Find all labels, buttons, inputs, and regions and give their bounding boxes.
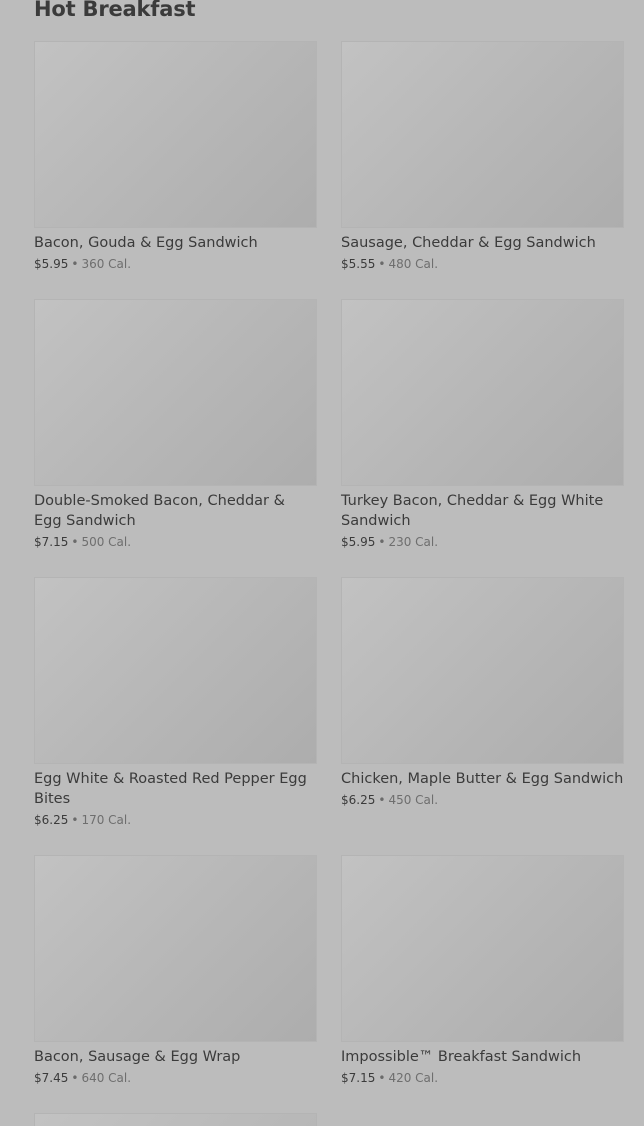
menu-item-price: $5.55 — [341, 257, 376, 271]
menu-item-image[interactable] — [341, 577, 624, 764]
menu-item-name[interactable]: Egg White & Roasted Red Pepper Egg Bites — [34, 769, 317, 809]
menu-item-name[interactable]: Double-Smoked Bacon, Cheddar & Egg Sandw… — [34, 491, 317, 531]
menu-item-calories: 420 Cal. — [388, 1071, 439, 1085]
menu-item-name[interactable]: Bacon, Gouda & Egg Sandwich — [34, 233, 317, 253]
menu-item-card[interactable]: Bacon, Sausage & Egg Wrap $7.45 • 640 Cal. — [34, 855, 317, 1086]
menu-item-image[interactable] — [34, 577, 317, 764]
meta-separator: • — [378, 535, 386, 549]
meta-separator: • — [71, 535, 79, 549]
menu-item-calories: 480 Cal. — [388, 257, 439, 271]
menu-item-name[interactable]: Sausage, Cheddar & Egg Sandwich — [341, 233, 624, 253]
meta-separator: • — [378, 1071, 386, 1085]
menu-item-card[interactable]: Turkey Bacon, Cheddar & Egg White Sandwi… — [341, 299, 624, 550]
menu-item-calories: 640 Cal. — [81, 1071, 132, 1085]
menu-item-card[interactable]: Egg White & Roasted Red Pepper Egg Bites… — [34, 577, 317, 828]
menu-item-meta: $7.15 • 420 Cal. — [341, 1070, 624, 1086]
menu-item-image-partial[interactable] — [34, 1113, 317, 1126]
menu-item-name[interactable]: Chicken, Maple Butter & Egg Sandwich — [341, 769, 624, 789]
menu-item-price: $7.15 — [341, 1071, 376, 1085]
menu-item-meta: $5.95 • 360 Cal. — [34, 256, 317, 272]
menu-item-meta: $6.25 • 450 Cal. — [341, 792, 624, 808]
menu-item-name[interactable]: Bacon, Sausage & Egg Wrap — [34, 1047, 317, 1067]
menu-item-meta: $7.45 • 640 Cal. — [34, 1070, 317, 1086]
menu-item-calories: 230 Cal. — [388, 535, 439, 549]
menu-item-image[interactable] — [34, 855, 317, 1042]
menu-item-price: $5.95 — [341, 535, 376, 549]
menu-item-calories: 450 Cal. — [388, 793, 439, 807]
menu-item-card[interactable]: Chicken, Maple Butter & Egg Sandwich $6.… — [341, 577, 624, 808]
menu-item-image[interactable] — [34, 41, 317, 228]
menu-item-image[interactable] — [34, 299, 317, 486]
menu-item-image[interactable] — [341, 299, 624, 486]
meta-separator: • — [71, 813, 79, 827]
meta-separator: • — [71, 1071, 79, 1085]
meta-separator: • — [378, 257, 386, 271]
menu-item-card[interactable]: Impossible™ Breakfast Sandwich $7.15 • 420… — [341, 855, 624, 1086]
menu-page: Hot Breakfast Bacon, Gouda & Egg Sandwic… — [0, 0, 644, 1126]
menu-item-price: $7.45 — [34, 1071, 69, 1085]
menu-item-calories: 170 Cal. — [81, 813, 132, 827]
menu-item-calories: 360 Cal. — [81, 257, 132, 271]
menu-item-calories: 500 Cal. — [81, 535, 132, 549]
menu-item-image[interactable] — [341, 855, 624, 1042]
menu-item-name[interactable]: Turkey Bacon, Cheddar & Egg White Sandwi… — [341, 491, 624, 531]
menu-item-price: $5.95 — [34, 257, 69, 271]
menu-item-price: $6.25 — [341, 793, 376, 807]
meta-separator: • — [378, 793, 386, 807]
menu-item-meta: $7.15 • 500 Cal. — [34, 534, 317, 550]
menu-item-price: $6.25 — [34, 813, 69, 827]
menu-item-meta: $5.55 • 480 Cal. — [341, 256, 624, 272]
menu-item-meta: $5.95 • 230 Cal. — [341, 534, 624, 550]
menu-item-price: $7.15 — [34, 535, 69, 549]
menu-item-card[interactable]: Bacon, Gouda & Egg Sandwich $5.95 • 360 Ca… — [34, 41, 317, 272]
section-title: Hot Breakfast — [34, 0, 196, 21]
menu-item-card[interactable]: Sausage, Cheddar & Egg Sandwich $5.55 • 48… — [341, 41, 624, 272]
menu-item-card[interactable]: Double-Smoked Bacon, Cheddar & Egg Sandw… — [34, 299, 317, 550]
menu-item-image[interactable] — [341, 41, 624, 228]
menu-item-name[interactable]: Impossible™ Breakfast Sandwich — [341, 1047, 624, 1067]
menu-item-meta: $6.25 • 170 Cal. — [34, 812, 317, 828]
meta-separator: • — [71, 257, 79, 271]
